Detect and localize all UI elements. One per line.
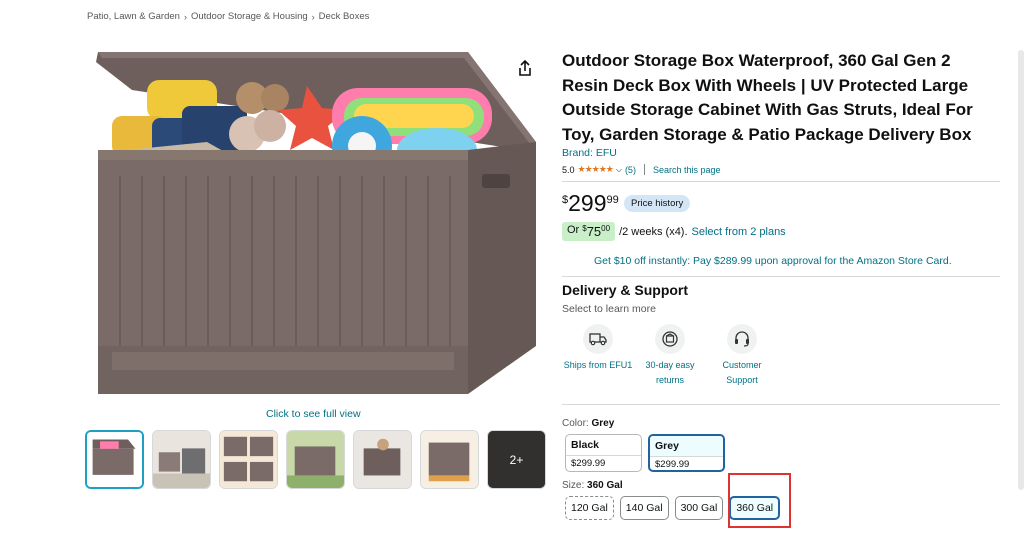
price-whole: 299 <box>568 190 607 216</box>
size-option-360[interactable]: 360 Gal <box>729 496 781 520</box>
customer-support-label: Customer Support <box>722 360 762 385</box>
support-item-ships-from[interactable]: Ships from EFU1 <box>562 324 634 388</box>
installment-terms: /2 weeks (x4). <box>619 225 688 238</box>
returns-label: 30-day easy returns <box>645 360 695 385</box>
color-label-text: Color: <box>562 418 589 429</box>
thumbnail[interactable] <box>219 430 278 489</box>
color-option-black[interactable]: Black $299.99 <box>565 434 642 472</box>
return-box-icon <box>655 324 685 354</box>
installment-amount: 75 <box>586 224 602 239</box>
breadcrumb: Patio, Lawn & Garden › Outdoor Storage &… <box>87 11 369 22</box>
divider <box>562 276 1000 277</box>
thumbnail[interactable] <box>85 430 144 489</box>
delivery-support-subtitle: Select to learn more <box>562 303 656 315</box>
price-history-button[interactable]: Price history <box>624 195 691 212</box>
color-option-grey[interactable]: Grey $299.99 <box>648 434 725 472</box>
size-label-text: Size: <box>562 480 585 491</box>
installment-offer: Or $ 75 00 /2 weeks (x4). Select from 2 … <box>562 222 786 241</box>
chevron-right-icon: › <box>311 11 315 22</box>
truck-icon <box>583 324 613 354</box>
breadcrumb-item-deck-boxes[interactable]: Deck Boxes <box>319 11 370 22</box>
chevron-right-icon: › <box>183 11 187 22</box>
thumbnail[interactable] <box>152 430 211 489</box>
divider <box>562 181 1000 182</box>
click-full-view-link[interactable]: Click to see full view <box>266 408 361 420</box>
rating-row: 5.0 ★★★★★ ⌵ (5) Search this page <box>562 164 720 175</box>
headset-icon <box>727 324 757 354</box>
color-selected-value: Grey <box>591 418 615 429</box>
breadcrumb-item-patio[interactable]: Patio, Lawn & Garden <box>87 11 180 22</box>
thumbnail-strip: 2+ <box>85 430 546 489</box>
brand-link[interactable]: Brand: EFU <box>562 147 617 159</box>
size-option-300[interactable]: 300 Gal <box>674 496 724 520</box>
rating-value: 5.0 <box>562 164 575 175</box>
divider <box>643 164 645 175</box>
review-count-link[interactable]: (5) <box>625 165 636 175</box>
share-icon[interactable] <box>515 58 535 78</box>
installment-or: Or <box>567 224 580 236</box>
color-option-name: Black <box>571 439 600 451</box>
ships-from-label: Ships from EFU1 <box>563 360 633 370</box>
search-this-page-link[interactable]: Search this page <box>653 165 721 175</box>
price-fraction: 99 <box>606 194 619 206</box>
size-option-120[interactable]: 120 Gal <box>565 496 614 520</box>
support-items: Ships from EFU1 30-day easy returns Cust… <box>562 324 778 388</box>
thumbnail[interactable] <box>286 430 345 489</box>
size-options: 120 Gal 140 Gal 300 Gal 360 Gal <box>565 496 781 520</box>
divider <box>562 404 1000 405</box>
chevron-down-icon[interactable]: ⌵ <box>616 165 622 175</box>
support-item-customer-support[interactable]: Customer Support <box>706 324 778 388</box>
page-scrollbar[interactable] <box>1018 50 1024 490</box>
color-option-name: Grey <box>650 436 723 456</box>
product-title: Outdoor Storage Box Waterproof, 360 Gal … <box>562 51 973 144</box>
size-label: Size: 360 Gal <box>562 480 623 491</box>
price: $ 299 99 <box>562 191 619 216</box>
color-option-price: $299.99 <box>566 455 641 471</box>
thumbnail-more[interactable]: 2+ <box>487 430 546 489</box>
store-card-promo-link[interactable]: Get $10 off instantly: Pay $289.99 upon … <box>594 255 952 267</box>
thumbnail[interactable] <box>420 430 479 489</box>
color-option-price: $299.99 <box>650 456 723 470</box>
breadcrumb-item-outdoor-storage[interactable]: Outdoor Storage & Housing <box>191 11 308 22</box>
main-product-image[interactable] <box>92 46 540 402</box>
installment-fraction: 00 <box>601 224 611 233</box>
installment-badge: Or $ 75 00 <box>562 222 616 241</box>
color-swatches: Black $299.99 Grey $299.99 <box>565 434 725 472</box>
size-selected-value: 360 Gal <box>587 480 623 491</box>
delivery-support-heading: Delivery & Support <box>562 282 689 298</box>
size-option-140[interactable]: 140 Gal <box>619 496 669 520</box>
select-plans-link[interactable]: Select from 2 plans <box>692 226 786 238</box>
support-item-returns[interactable]: 30-day easy returns <box>634 324 706 388</box>
star-rating-icon[interactable]: ★★★★★ <box>578 164 614 175</box>
thumbnail[interactable] <box>353 430 412 489</box>
color-label: Color: Grey <box>562 418 614 429</box>
more-images-label: 2+ <box>488 431 545 488</box>
